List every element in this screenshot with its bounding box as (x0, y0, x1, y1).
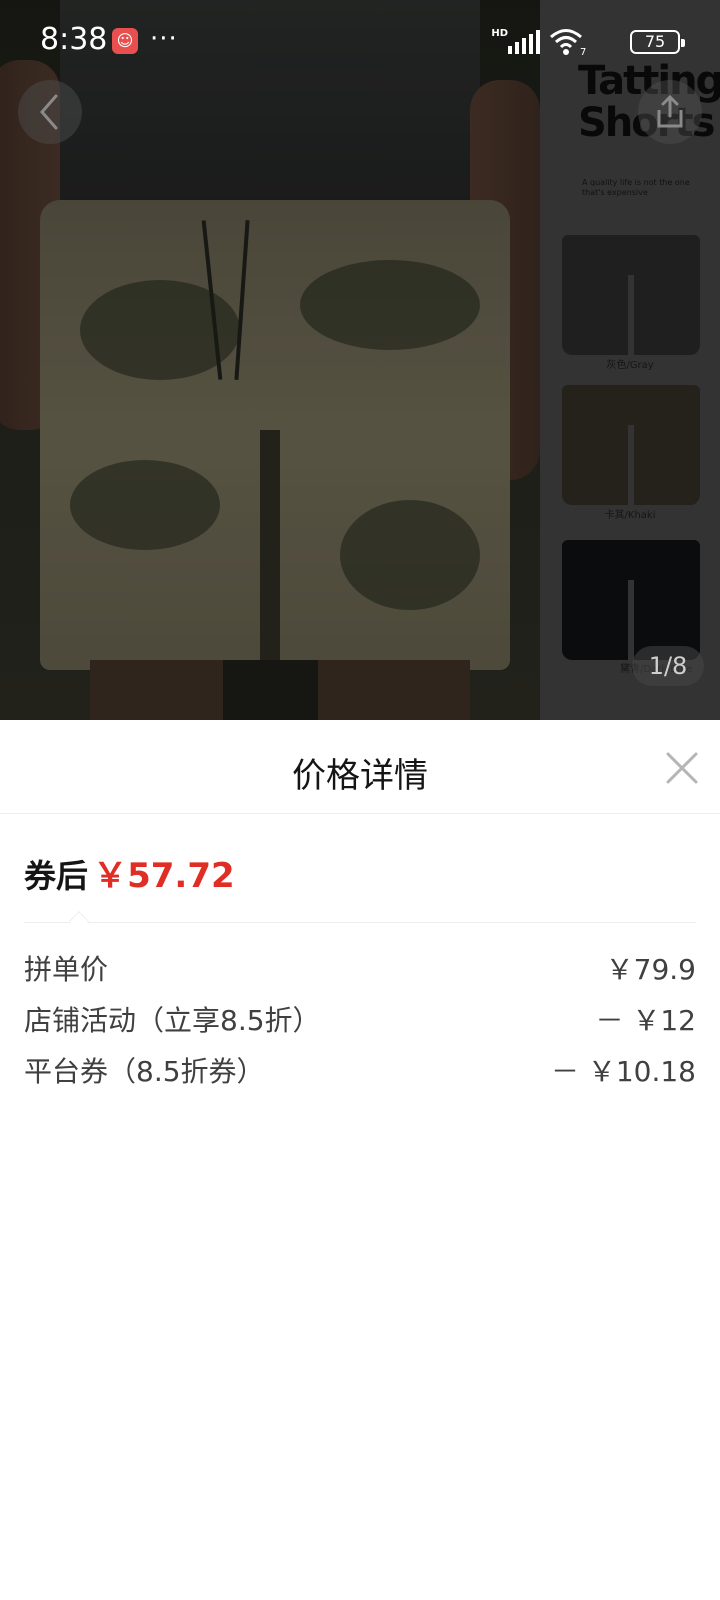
close-icon[interactable] (664, 750, 700, 786)
wifi-badge: 7 (580, 47, 586, 56)
after-coupon-price: 券后 ￥57.72 (24, 848, 235, 896)
share-icon (657, 94, 683, 128)
wifi-icon: 7 (550, 29, 586, 56)
dim-overlay[interactable] (0, 0, 720, 720)
sheet-title: 价格详情 (292, 756, 428, 796)
screen: Tatting Shorts A quality life is not the… (0, 0, 720, 1600)
price-breakdown-list: 拼单价 ￥79.9 店铺活动（立享8.5折） － ￥12 平台券（8.5折券） … (24, 942, 696, 1095)
row-label: 店铺活动（立享8.5折） (24, 1004, 321, 1037)
status-time: 8:38 (40, 22, 108, 57)
divider-notch (69, 911, 89, 931)
sheet-header: 价格详情 (0, 720, 720, 814)
app-notification-icon: ☺ (112, 28, 138, 54)
price-row-platform-coupon: 平台券（8.5折券） － ￥10.18 (24, 1044, 696, 1095)
product-image-gallery[interactable]: Tatting Shorts A quality life is not the… (0, 0, 720, 720)
price-row-group-buy: 拼单价 ￥79.9 (24, 942, 696, 993)
battery-icon: 75 (630, 30, 685, 54)
signal-icon (508, 30, 540, 54)
row-label: 拼单价 (24, 953, 109, 986)
row-label: 平台券（8.5折券） (24, 1055, 265, 1088)
divider (24, 910, 696, 934)
chevron-left-icon (40, 94, 58, 130)
price-detail-sheet: 价格详情 券后 ￥57.72 拼单价 ￥79.9 店铺活动（立享8.5折） － … (0, 720, 720, 1600)
image-page-counter: 1/8 (632, 646, 704, 686)
row-value: － ￥10.18 (550, 1055, 696, 1088)
price-row-store-promotion: 店铺活动（立享8.5折） － ￥12 (24, 993, 696, 1044)
row-value: ￥79.9 (605, 953, 696, 986)
more-notifications-icon: ··· (150, 24, 178, 54)
row-value: － ￥12 (595, 1004, 696, 1037)
after-coupon-amount: ￥57.72 (93, 856, 235, 896)
after-coupon-label: 券后 (24, 857, 89, 895)
back-button[interactable] (18, 80, 82, 144)
status-bar: 8:38 ☺ ··· HD 7 75 (0, 0, 720, 84)
share-button[interactable] (638, 80, 702, 144)
